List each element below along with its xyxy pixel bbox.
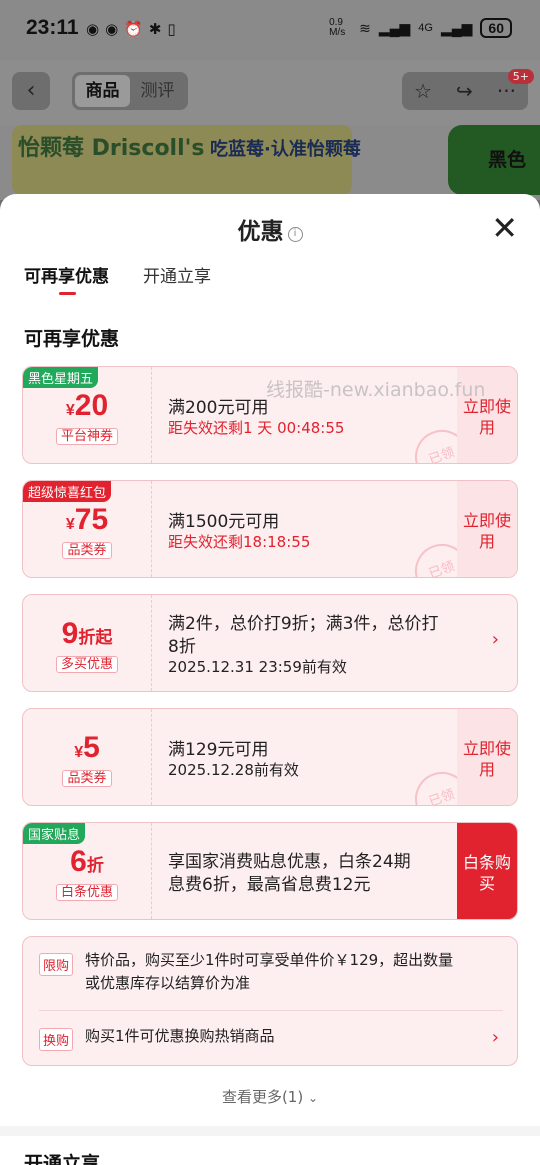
product-tab-switch: 商品 测评 [72, 72, 188, 110]
coupon-countdown: 距失效还剩1 天 00:48:55 [168, 419, 345, 437]
tab-product[interactable]: 商品 [75, 75, 130, 107]
status-bar: 23:11 ◉◉⏰✱▯ 0.9 M/s ≋ ▂▄▆ 4G ▂▄▆ 60 [0, 0, 540, 60]
coupon-type: 品类券 [23, 767, 151, 787]
amount-number: 20 [74, 389, 109, 422]
coupon-corner-tag: 黑色星期五 [23, 367, 99, 388]
coupon-corner-tag: 国家贴息 [23, 823, 86, 844]
star-icon[interactable]: ☆ [414, 79, 432, 103]
coupon-condition-cont: 息费6折，最高省息费12元 [168, 875, 371, 895]
coupon-amount: ¥20 [23, 389, 151, 423]
network-type: 4G [418, 22, 433, 34]
tab-reusable[interactable]: 可再享优惠 [24, 262, 109, 295]
coupon-divider [151, 823, 152, 919]
use-now-button[interactable]: 立即使用 [457, 481, 517, 577]
amount-number: 6 [70, 845, 87, 878]
coupon-type: 品类券 [23, 539, 151, 559]
use-now-button[interactable]: 立即使用 [457, 709, 517, 805]
currency: ¥ [65, 516, 75, 533]
coupon-type-label: 品类券 [62, 542, 112, 559]
currency: ¥ [74, 744, 84, 761]
section-title-open: 开通立享 [24, 1153, 101, 1165]
coupon-divider [151, 709, 152, 805]
coupon-type-label: 品类券 [62, 770, 112, 787]
coupon-divider [151, 481, 152, 577]
brand-slogan: 吃蓝莓·认准怡颗莓 [210, 139, 361, 160]
amount-unit: 折 [86, 856, 104, 875]
promo-box: 限购 特价品，购买至少1件时可享受单件价￥129，超出数量 或优惠库存以结算价为… [22, 936, 518, 1066]
amount-number: 75 [74, 503, 109, 536]
product-banner: 怡颗莓 Driscoll's 吃蓝莓·认准怡颗莓 黑色 [0, 125, 540, 200]
divider [39, 1010, 503, 1011]
coupon-condition-cont: 8折 [168, 637, 196, 657]
section-separator [0, 1126, 540, 1136]
amount-unit: 折起 [78, 628, 113, 647]
amount-number: 9 [61, 617, 79, 650]
coupon-countdown: 距失效还剩18:18:55 [168, 533, 311, 551]
promo-text-cont: 或优惠库存以结算价为准 [85, 974, 251, 992]
coupon-amount: 6折 [23, 845, 151, 879]
sheet-tabs: 可再享优惠 开通立享 [24, 262, 211, 295]
section-title: 可再享优惠 [24, 328, 120, 350]
coupon-divider [151, 367, 152, 463]
coupon-corner-tag: 超级惊喜红包 [23, 481, 112, 502]
coupon-amount: ¥5 [23, 731, 151, 765]
coupon-amount: ¥75 [23, 503, 151, 537]
view-more-label: 查看更多(1) [221, 1088, 304, 1106]
chevron-right-icon[interactable]: › [492, 1027, 499, 1048]
product-header: ‹ 商品 测评 ☆ ↪ ··· 5+ [0, 60, 540, 125]
chevron-down-icon: ⌄ [307, 1091, 319, 1105]
network-speed: 0.9 M/s [329, 17, 346, 38]
back-button[interactable]: ‹ [12, 72, 50, 110]
coupon-type-label: 多买优惠 [55, 656, 118, 673]
coupon-card[interactable]: ¥5 品类券 满129元可用 2025.12.28前有效 已领 立即使用 [22, 708, 518, 806]
sheet-title-text: 优惠 [237, 219, 284, 245]
promo-tag: 换购 [39, 1028, 74, 1051]
brand-text: 怡颗莓 Driscoll's [18, 136, 205, 161]
promo-tag: 限购 [39, 953, 74, 976]
currency: ¥ [65, 402, 75, 419]
coupon-card[interactable]: 超级惊喜红包 ¥75 品类券 满1500元可用 距失效还剩18:18:55 已领… [22, 480, 518, 578]
coupon-card[interactable]: 9折起 多买优惠 满2件，总价打9折；满3件，总价打 8折 2025.12.31… [22, 594, 518, 692]
battery-icon: 60 [480, 18, 512, 38]
sheet-title: 优惠 i [0, 212, 540, 246]
status-time: 23:11 [26, 16, 79, 39]
close-icon[interactable]: ✕ [491, 212, 518, 244]
signal-icon: ▂▄▆ [378, 19, 411, 36]
promo-text[interactable]: 购买1件可优惠换购热销商品 [85, 1025, 275, 1048]
coupon-condition: 满1500元可用 [168, 512, 280, 532]
banner-right: 黑色 [448, 125, 540, 195]
share-icon[interactable]: ↪ [456, 79, 473, 103]
view-more-button[interactable]: 查看更多(1) ⌄ [0, 1086, 540, 1107]
coupon-type: 多买优惠 [23, 653, 151, 673]
signal-icon-2: ▂▄▆ [440, 19, 473, 36]
coupon-card[interactable]: 黑色星期五 ¥20 平台神券 满200元可用 距失效还剩1 天 00:48:55… [22, 366, 518, 464]
watermark: 线报酷-new.xianbao.fun [266, 379, 486, 401]
coupon-type-label: 平台神券 [55, 428, 118, 445]
baitiao-buy-button[interactable]: 白条购买 [457, 823, 517, 919]
coupon-card[interactable]: 国家贴息 6折 白条优惠 享国家消费贴息优惠，白条24期 息费6折，最高省息费1… [22, 822, 518, 920]
coupon-validity: 2025.12.28前有效 [168, 761, 299, 779]
coupon-condition: 满2件，总价打9折；满3件，总价打 [168, 614, 439, 634]
message-badge: 5+ [507, 69, 534, 84]
promo-text: 特价品，购买至少1件时可享受单件价￥129，超出数量 [85, 951, 454, 969]
amount-number: 5 [83, 731, 100, 764]
chevron-right-icon[interactable]: › [492, 629, 499, 650]
discount-sheet: 优惠 i ✕ 可再享优惠 开通立享 可再享优惠 黑色星期五 ¥20 平台神券 满2… [0, 194, 540, 1165]
status-app-icons: ◉◉⏰✱▯ [86, 20, 182, 38]
tab-review[interactable]: 测评 [130, 75, 185, 107]
coupon-condition: 满129元可用 [168, 740, 269, 760]
coupon-condition: 满200元可用 [168, 398, 269, 418]
info-icon[interactable]: i [287, 227, 303, 242]
coupon-amount: 9折起 [23, 617, 151, 651]
coupon-condition: 享国家消费贴息优惠，白条24期 [168, 852, 411, 872]
chevron-left-icon: ‹ [26, 78, 36, 103]
coupon-divider [151, 595, 152, 691]
coupon-validity: 2025.12.31 23:59前有效 [168, 658, 347, 676]
wifi-icon: ≋ [359, 19, 371, 36]
coupon-type: 平台神券 [23, 425, 151, 445]
tab-open-instant[interactable]: 开通立享 [143, 262, 211, 287]
coupon-type: 白条优惠 [23, 881, 151, 901]
status-right-icons: 0.9 M/s ≋ ▂▄▆ 4G ▂▄▆ 60 [329, 18, 512, 38]
coupon-type-label: 白条优惠 [55, 884, 118, 901]
